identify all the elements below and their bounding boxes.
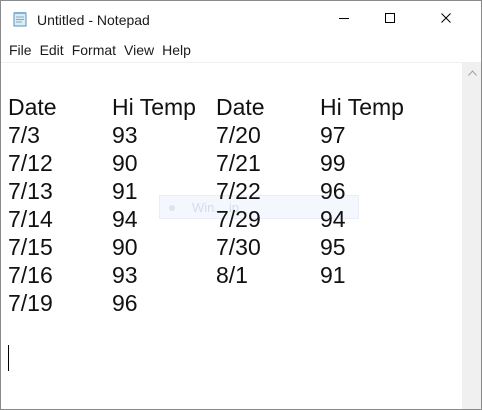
temp-cell: 99 [320, 150, 346, 176]
temp-cell: 91 [320, 262, 346, 288]
date-cell: 8/1 [216, 262, 248, 288]
temp-cell: 91 [112, 178, 138, 204]
temp-cell: 96 [112, 290, 138, 316]
header-hi-temp-1: Hi Temp [112, 94, 196, 120]
menu-bar: File Edit Format View Help [1, 39, 481, 62]
header-date-2: Date [216, 94, 265, 120]
date-cell: 7/29 [216, 206, 261, 232]
chevron-up-icon [467, 63, 477, 81]
temp-cell: 90 [112, 234, 138, 260]
menu-view[interactable]: View [120, 39, 158, 62]
header-date-1: Date [8, 94, 57, 120]
date-cell: 7/13 [8, 178, 53, 204]
menu-file[interactable]: File [5, 39, 36, 62]
tooltip-dot-icon [169, 205, 175, 211]
text-caret [8, 345, 9, 371]
date-cell: 7/3 [8, 122, 40, 148]
date-cell: 7/12 [8, 150, 53, 176]
temp-cell: 94 [112, 206, 138, 232]
notepad-icon [12, 11, 28, 27]
title-bar[interactable]: Untitled - Notepad [1, 1, 481, 39]
menu-help[interactable]: Help [158, 39, 195, 62]
temp-cell: 90 [112, 150, 138, 176]
maximize-icon [384, 11, 396, 29]
window-title: Untitled - Notepad [37, 12, 150, 28]
maximize-button[interactable] [367, 1, 413, 39]
vertical-scrollbar[interactable] [462, 63, 481, 409]
minimize-icon [338, 11, 350, 29]
date-cell: 7/20 [216, 122, 261, 148]
notepad-window: Untitled - Notepad File Edit Format View… [0, 0, 482, 410]
temp-cell: 97 [320, 122, 346, 148]
close-button[interactable] [423, 1, 469, 39]
temp-cell: 93 [112, 262, 138, 288]
text-editor[interactable]: Date Hi Temp Date Hi Temp 7/3 93 7/20 97… [1, 63, 462, 409]
date-cell: 7/21 [216, 150, 261, 176]
temp-cell: 93 [112, 122, 138, 148]
minimize-button[interactable] [321, 1, 367, 39]
scroll-up-button[interactable] [463, 63, 481, 80]
date-cell: 7/30 [216, 234, 261, 260]
temp-cell: 96 [320, 178, 346, 204]
close-icon [440, 11, 452, 29]
date-cell: 7/19 [8, 290, 53, 316]
date-cell: 7/15 [8, 234, 53, 260]
date-cell: 7/14 [8, 206, 53, 232]
menu-edit[interactable]: Edit [36, 39, 68, 62]
menu-format[interactable]: Format [68, 39, 120, 62]
date-cell: 7/16 [8, 262, 53, 288]
temp-cell: 94 [320, 206, 346, 232]
temp-cell: 95 [320, 234, 346, 260]
date-cell: 7/22 [216, 178, 261, 204]
header-hi-temp-2: Hi Temp [320, 94, 404, 120]
